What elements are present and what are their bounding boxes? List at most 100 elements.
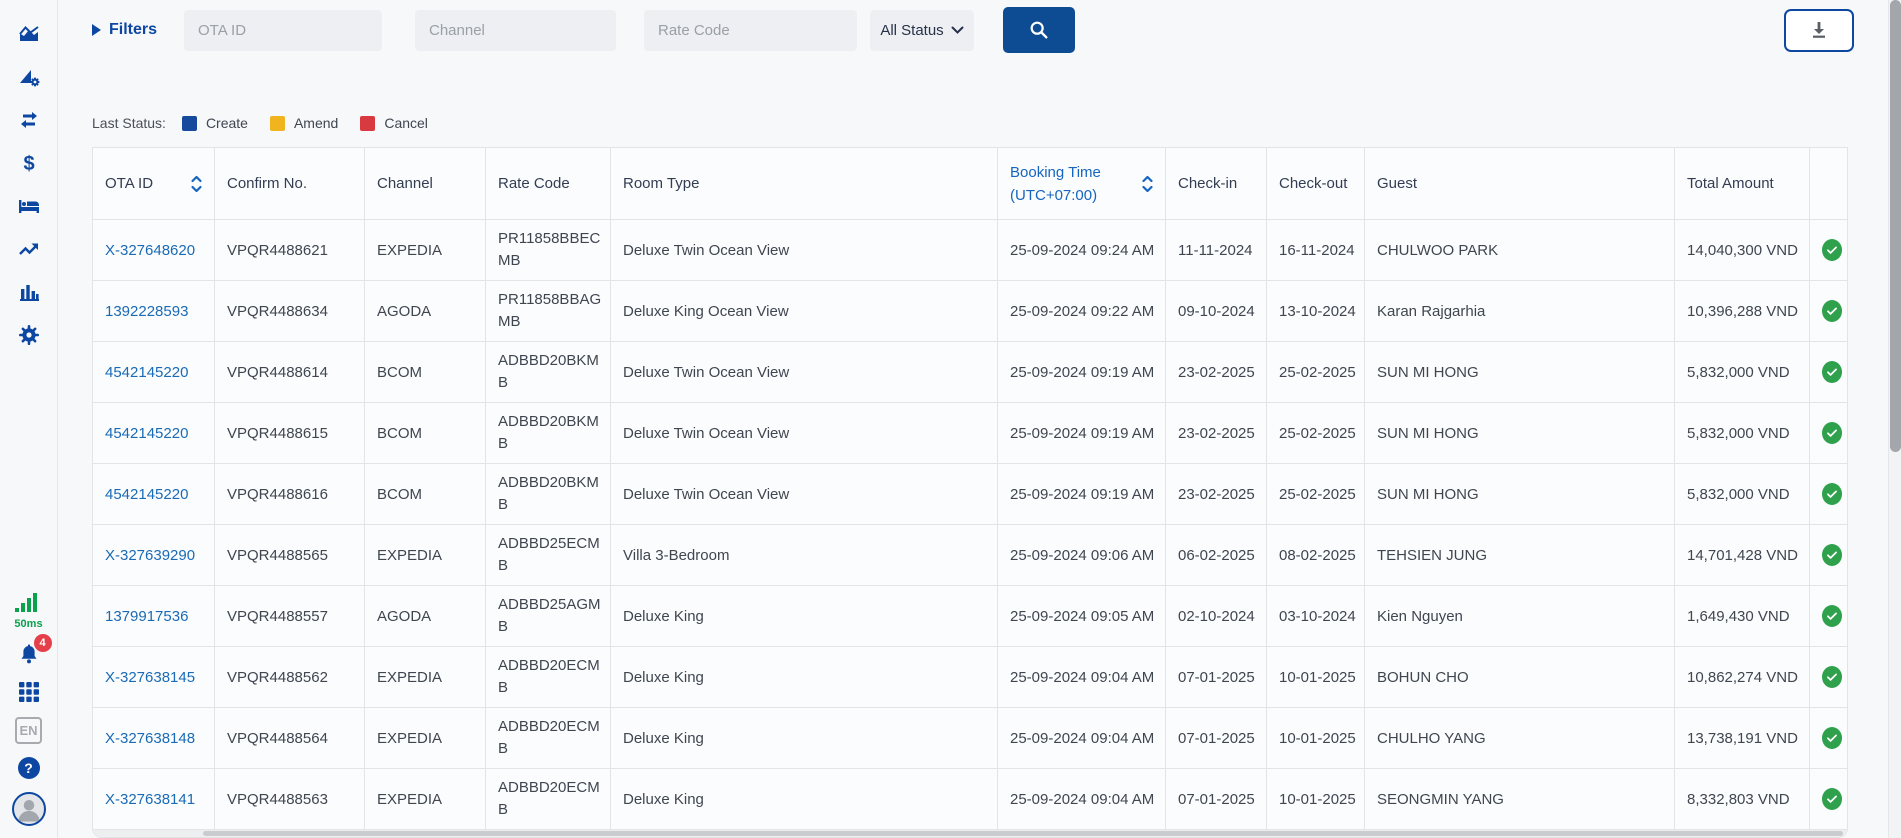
guest-cell: BOHUN CHO — [1365, 647, 1675, 707]
settings-gear-icon[interactable] — [17, 323, 41, 347]
header-channel: Channel — [365, 148, 486, 219]
check-out-cell: 10-01-2025 — [1267, 708, 1365, 768]
notifications-bell-icon[interactable]: 4 — [17, 643, 41, 667]
rate-code-input[interactable] — [644, 10, 857, 51]
check-in-cell: 02-10-2024 — [1166, 586, 1267, 646]
confirm-no-cell: VPQR4488562 — [215, 647, 365, 707]
channel-cell: BCOM — [365, 464, 486, 524]
check-in-cell: 23-02-2025 — [1166, 342, 1267, 402]
legend-amend-label: Amend — [294, 115, 338, 131]
channel-cell: BCOM — [365, 403, 486, 463]
table-header-row: OTA ID Confirm No. Channel Rate Code Roo… — [93, 148, 1847, 220]
total-amount-cell: 5,832,000 VND — [1675, 403, 1810, 463]
filters-toggle[interactable]: Filters — [92, 21, 172, 39]
bar-chart-icon[interactable] — [17, 280, 41, 304]
table-row: 1379917536 VPQR4488557 AGODA ADBBD25AGMB… — [93, 586, 1847, 647]
person-icon — [14, 794, 44, 824]
ota-id-link[interactable]: 4542145220 — [105, 364, 188, 381]
booking-time-cell: 25-09-2024 09:19 AM — [998, 464, 1166, 524]
search-button[interactable] — [1003, 7, 1075, 53]
transfer-arrows-icon[interactable] — [17, 108, 41, 132]
room-type-cell: Deluxe Twin Ocean View — [611, 403, 998, 463]
channel-cell: EXPEDIA — [365, 220, 486, 280]
sort-icon-ota-id[interactable] — [189, 174, 204, 194]
ota-id-link[interactable]: X-327638148 — [105, 730, 195, 747]
apps-grid-icon[interactable] — [17, 680, 41, 704]
rate-code-cell: ADBBD20BKMB — [486, 403, 611, 463]
booking-time-cell: 25-09-2024 09:05 AM — [998, 586, 1166, 646]
check-out-cell: 25-02-2025 — [1267, 342, 1365, 402]
channel-input[interactable] — [415, 10, 616, 51]
total-amount-cell: 8,332,803 VND — [1675, 769, 1810, 829]
channel-cell: AGODA — [365, 281, 486, 341]
bed-icon[interactable] — [17, 194, 41, 218]
status-dropdown[interactable]: All Status — [870, 10, 974, 51]
confirm-no-cell: VPQR4488564 — [215, 708, 365, 768]
check-in-cell: 09-10-2024 — [1166, 281, 1267, 341]
confirm-no-cell: VPQR4488634 — [215, 281, 365, 341]
help-icon[interactable]: ? — [18, 757, 40, 779]
guest-cell: CHULHO YANG — [1365, 708, 1675, 768]
confirm-no-cell: VPQR4488563 — [215, 769, 365, 829]
rate-code-cell: PR11858BBECMB — [486, 220, 611, 280]
vertical-scrollbar-thumb[interactable] — [1890, 0, 1901, 452]
status-success-icon — [1822, 361, 1842, 383]
svg-text:$: $ — [23, 153, 34, 175]
ota-id-link[interactable]: X-327638145 — [105, 669, 195, 686]
guest-cell: CHULWOO PARK — [1365, 220, 1675, 280]
booking-time-cell: 25-09-2024 09:04 AM — [998, 769, 1166, 829]
check-out-cell: 16-11-2024 — [1267, 220, 1365, 280]
download-button[interactable] — [1784, 9, 1854, 52]
ota-id-link[interactable]: X-327639290 — [105, 547, 195, 564]
ota-id-input[interactable] — [184, 10, 382, 51]
channel-cell: BCOM — [365, 342, 486, 402]
vertical-scrollbar[interactable] — [1888, 0, 1901, 838]
status-success-icon — [1822, 483, 1842, 505]
analytics-gear-icon[interactable] — [17, 65, 41, 89]
status-legend: Last Status: Create Amend Cancel — [92, 113, 1901, 133]
ota-id-link[interactable]: 1379917536 — [105, 608, 188, 625]
status-dropdown-value: All Status — [880, 22, 943, 39]
area-chart-icon[interactable] — [17, 22, 41, 46]
ota-id-link[interactable]: 4542145220 — [105, 425, 188, 442]
room-type-cell: Deluxe King — [611, 586, 998, 646]
guest-cell: SUN MI HONG — [1365, 342, 1675, 402]
horizontal-scrollbar[interactable] — [93, 830, 1848, 837]
sidebar-nav: $ — [17, 22, 41, 347]
check-in-cell: 07-01-2025 — [1166, 769, 1267, 829]
ota-id-link[interactable]: X-327638141 — [105, 791, 195, 808]
channel-cell: AGODA — [365, 586, 486, 646]
booking-time-cell: 25-09-2024 09:04 AM — [998, 708, 1166, 768]
language-selector[interactable]: EN — [15, 717, 42, 744]
check-out-cell: 10-01-2025 — [1267, 647, 1365, 707]
cancel-color-swatch — [360, 116, 375, 131]
room-type-cell: Deluxe Twin Ocean View — [611, 342, 998, 402]
rate-code-cell: ADBBD20ECMB — [486, 769, 611, 829]
ota-id-link[interactable]: 1392228593 — [105, 303, 188, 320]
check-out-cell: 08-02-2025 — [1267, 525, 1365, 585]
table-row: X-327639290 VPQR4488565 EXPEDIA ADBBD25E… — [93, 525, 1847, 586]
expand-arrow-icon — [92, 24, 101, 36]
status-success-icon — [1822, 727, 1842, 749]
check-in-cell: 07-01-2025 — [1166, 708, 1267, 768]
room-type-cell: Villa 3-Bedroom — [611, 525, 998, 585]
latency-label: 50ms — [14, 618, 42, 630]
legend-label: Last Status: — [92, 115, 166, 131]
sort-icon-booking-time[interactable] — [1140, 174, 1155, 194]
table-row: 4542145220 VPQR4488614 BCOM ADBBD20BKMB … — [93, 342, 1847, 403]
user-avatar[interactable] — [12, 792, 46, 826]
room-type-cell: Deluxe King — [611, 769, 998, 829]
sidebar-bottom: 50ms 4 EN ? — [12, 590, 46, 826]
table-row: 4542145220 VPQR4488615 BCOM ADBBD20BKMB … — [93, 403, 1847, 464]
booking-time-cell: 25-09-2024 09:19 AM — [998, 342, 1166, 402]
ota-id-link[interactable]: X-327648620 — [105, 242, 195, 259]
trending-up-icon[interactable] — [17, 237, 41, 261]
ota-id-link[interactable]: 4542145220 — [105, 486, 188, 503]
sidebar: $ 50ms 4 EN ? — [0, 0, 58, 838]
header-booking-time: Booking Time (UTC+07:00) — [998, 148, 1166, 219]
dollar-icon[interactable]: $ — [17, 151, 41, 175]
guest-cell: Karan Rajgarhia — [1365, 281, 1675, 341]
table-row: X-327638145 VPQR4488562 EXPEDIA ADBBD20E… — [93, 647, 1847, 708]
rate-code-cell: ADBBD20BKMB — [486, 342, 611, 402]
horizontal-scrollbar-thumb[interactable] — [203, 831, 1843, 836]
